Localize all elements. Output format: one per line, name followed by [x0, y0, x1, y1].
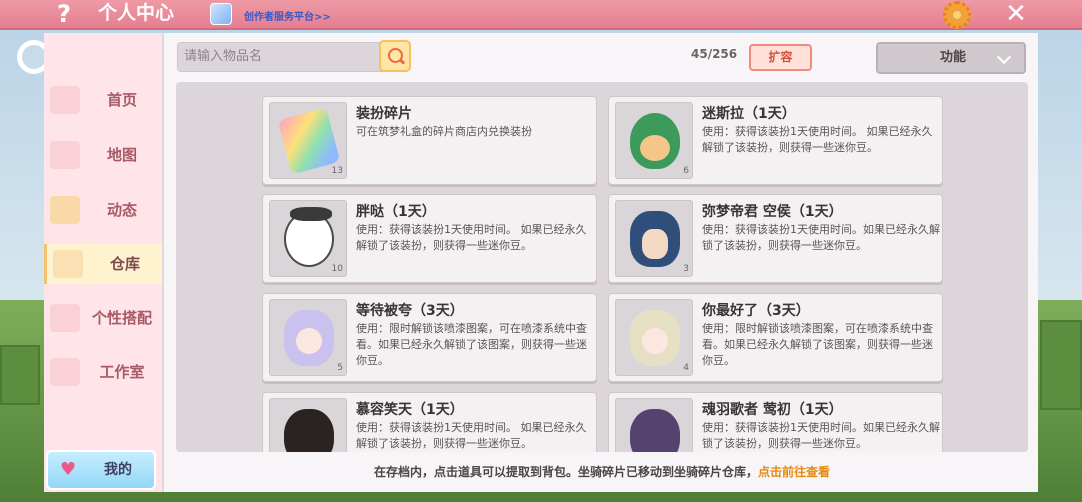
list-item[interactable]: 魂羽歌者 莺初（1天） 使用：获得该装扮1天使用时间。如果已经永久解锁了该装扮，…: [608, 392, 943, 452]
item-description: 使用：获得该装扮1天使用时间。 如果已经永久解锁了该装扮，则获得一些迷你豆。: [702, 125, 933, 154]
item-thumbnail: 4: [615, 299, 693, 376]
footer-link[interactable]: 点击前往查看: [758, 465, 830, 479]
item-name: 魂羽歌者 莺初（1天）: [702, 402, 843, 418]
item-quantity: 6: [683, 166, 689, 176]
my-button-label: 我的: [104, 462, 132, 478]
dino-avatar-icon: [630, 113, 680, 169]
item-quantity: 3: [683, 264, 689, 274]
item-name: 等待被夸（3天）: [356, 303, 464, 319]
expand-button[interactable]: 扩容: [749, 44, 812, 71]
list-item[interactable]: 4 你最好了（3天） 使用：限时解锁该喷漆图案，可在喷漆系统中查看。如果已经永久…: [608, 293, 943, 382]
list-item[interactable]: 13 装扮碎片 可在筑梦礼盒的碎片商店内兑换装扮: [262, 96, 597, 185]
footer-hint: 在存档内，点击道具可以提取到背包。坐骑碎片已移动到坐骑碎片仓库，点击前往查看: [164, 463, 1040, 480]
sidebar-item-home[interactable]: 首页: [44, 80, 162, 120]
list-item[interactable]: 3 弥梦帝君 空侯（1天） 使用：获得该装扮1天使用时间。如果已经永久解锁了该装…: [608, 194, 943, 283]
page-title: 个人中心: [98, 2, 175, 24]
spray-pattern-icon: [284, 310, 334, 366]
item-name: 胖哒（1天）: [356, 204, 436, 220]
item-thumbnail: 10: [269, 200, 347, 277]
item-list[interactable]: 13 装扮碎片 可在筑梦礼盒的碎片商店内兑换装扮 6 迷斯拉（1天） 使用：获得…: [176, 82, 1028, 452]
warehouse-icon: [53, 250, 83, 278]
item-name: 弥梦帝君 空侯（1天）: [702, 204, 843, 220]
home-icon: [50, 86, 80, 114]
item-name: 迷斯拉（1天）: [702, 106, 796, 122]
item-quantity: 10: [331, 264, 343, 274]
footer-text: 在存档内，点击道具可以提取到背包。坐骑碎片已移动到坐骑碎片仓库，: [373, 465, 758, 479]
close-icon[interactable]: ✕: [1002, 0, 1030, 28]
sidebar-item-label: 首页: [106, 91, 137, 109]
item-description: 使用：获得该装扮1天使用时间。如果已经永久解锁了该装扮，则获得一些迷你豆。: [702, 223, 940, 252]
sidebar-item-outfit[interactable]: 个性搭配: [44, 298, 162, 338]
sidebar-item-label: 动态: [106, 201, 137, 219]
my-button[interactable]: ♥ 我的: [46, 450, 156, 490]
list-item[interactable]: 5 等待被夸（3天） 使用：限时解锁该喷漆图案，可在喷漆系统中查看。如果已经永久…: [262, 293, 597, 382]
panda-avatar-icon: [284, 207, 334, 267]
item-description: 可在筑梦礼盒的碎片商店内兑换装扮: [356, 125, 532, 138]
list-item[interactable]: 慕容笑天（1天） 使用：获得该装扮1天使用时间。 如果已经永久解锁了该装扮，则获…: [262, 392, 597, 452]
puzzle-icon: [277, 107, 341, 175]
search-placeholder: 请输入物品名: [184, 49, 263, 64]
background-block: [1040, 320, 1082, 410]
search-field[interactable]: 请输入物品名: [177, 42, 410, 72]
item-thumbnail: [269, 398, 347, 452]
item-thumbnail: 13: [269, 102, 347, 179]
sidebar-item-studio[interactable]: 工作室: [44, 352, 162, 392]
item-description: 使用：获得该装扮1天使用时间。如果已经永久解锁了该装扮，则获得一些迷你豆。: [702, 421, 940, 450]
item-name: 你最好了（3天）: [702, 303, 810, 319]
item-description: 使用：获得该装扮1天使用时间。 如果已经永久解锁了该装扮，则获得一些迷你豆。: [356, 421, 587, 450]
character-avatar-icon: [284, 409, 334, 452]
bell-icon: [50, 196, 80, 224]
spray-pattern-icon: [630, 310, 680, 366]
sidebar: 首页 地图 动态 仓库 个性搭配 工作室: [44, 33, 162, 492]
item-name: 慕容笑天（1天）: [356, 402, 464, 418]
creator-platform-link[interactable]: 创作者服务平台>>: [244, 8, 331, 23]
function-dropdown[interactable]: 功能: [876, 42, 1026, 74]
sidebar-item-feed[interactable]: 动态: [44, 190, 162, 230]
help-icon[interactable]: ?: [52, 0, 76, 28]
item-thumbnail: 5: [269, 299, 347, 376]
item-quantity: 5: [337, 363, 343, 373]
warehouse-panel: 请输入物品名 45/256 扩容 功能 13 装扮碎片 可在筑梦礼盒的碎片商店内…: [162, 33, 1038, 492]
sidebar-item-label: 仓库: [109, 255, 140, 273]
item-quantity: 4: [683, 363, 689, 373]
capacity-count: 45/256: [691, 47, 738, 61]
list-item[interactable]: 10 胖哒（1天） 使用：获得该装扮1天使用时间。 如果已经永久解锁了该装扮，则…: [262, 194, 597, 283]
sidebar-item-label: 工作室: [99, 363, 145, 381]
outfit-icon: [50, 304, 80, 332]
sidebar-item-label: 个性搭配: [91, 309, 152, 327]
gear-icon[interactable]: [943, 1, 971, 29]
item-description: 使用：限时解锁该喷漆图案，可在喷漆系统中查看。如果已经永久解锁了该图案，则获得一…: [356, 322, 587, 367]
sidebar-item-map[interactable]: 地图: [44, 135, 162, 175]
top-bar: ? 个人中心 创作者服务平台>> ✕: [0, 0, 1082, 30]
studio-icon: [50, 358, 80, 386]
creator-platform-icon[interactable]: [210, 3, 232, 25]
item-quantity: 13: [331, 166, 343, 176]
item-thumbnail: 3: [615, 200, 693, 277]
character-avatar-icon: [630, 409, 680, 452]
item-thumbnail: [615, 398, 693, 452]
search-icon[interactable]: [379, 40, 411, 72]
map-icon: [50, 141, 80, 169]
sidebar-item-warehouse[interactable]: 仓库: [44, 244, 162, 284]
item-name: 装扮碎片: [356, 106, 412, 122]
list-item[interactable]: 6 迷斯拉（1天） 使用：获得该装扮1天使用时间。 如果已经永久解锁了该装扮，则…: [608, 96, 943, 185]
heart-icon: ♥: [60, 459, 77, 480]
background-block: [0, 345, 40, 405]
item-description: 使用：限时解锁该喷漆图案，可在喷漆系统中查看。如果已经永久解锁了该图案，则获得一…: [702, 322, 933, 367]
item-thumbnail: 6: [615, 102, 693, 179]
sidebar-item-label: 地图: [106, 146, 137, 164]
item-description: 使用：获得该装扮1天使用时间。 如果已经永久解锁了该装扮，则获得一些迷你豆。: [356, 223, 587, 252]
character-avatar-icon: [630, 211, 680, 267]
